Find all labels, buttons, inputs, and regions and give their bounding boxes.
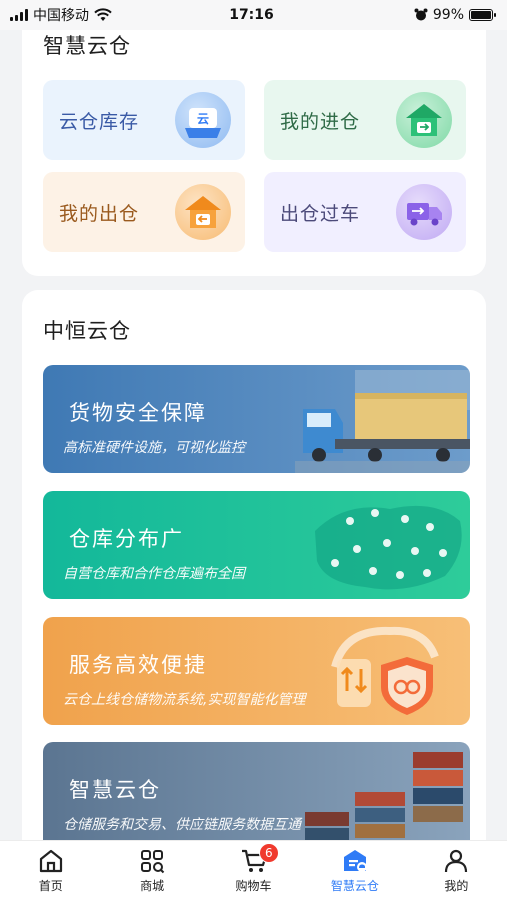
- status-time: 17:16: [229, 7, 274, 23]
- tile-label: 出仓过车: [280, 202, 361, 225]
- banner-subtitle: 仓储服务和交易、供应链服务数据互通: [63, 817, 301, 833]
- map-illustration: [315, 505, 462, 590]
- tile-label: 我的进仓: [280, 110, 361, 133]
- banner-title: 仓库分布广: [69, 527, 184, 551]
- tab-label: 商城: [140, 878, 165, 893]
- banner-efficient-service[interactable]: 服务高效便捷 云仓上线仓储物流系统,实现智能化管理: [43, 617, 470, 725]
- battery-icon: [469, 9, 496, 21]
- cart-count-badge: 6: [258, 843, 279, 863]
- grid-icon: [141, 849, 165, 873]
- tile-outbound-vehicle[interactable]: 出仓过车: [264, 172, 466, 252]
- signal-icon: [10, 9, 28, 21]
- tab-smart-warehouse[interactable]: 智慧云仓: [304, 841, 405, 900]
- tab-label: 首页: [38, 878, 63, 893]
- truck-illustration: [295, 370, 470, 473]
- user-icon: [445, 849, 468, 872]
- banner-smart-warehouse[interactable]: 智慧云仓 仓储服务和交易、供应链服务数据互通: [43, 742, 470, 850]
- tab-mall[interactable]: 商城: [101, 841, 202, 900]
- smart-warehouse-icon: [343, 849, 367, 872]
- tile-my-inbound[interactable]: 我的进仓: [264, 80, 466, 160]
- status-bar: 中国移动 17:16 99%: [0, 0, 507, 30]
- tab-mine[interactable]: 我的: [406, 841, 507, 900]
- tile-my-outbound[interactable]: 我的出仓: [43, 172, 245, 252]
- zhongheng-card: 中恒云仓 货物安全保障 高标准硬件设施，可视化监控 仓库分布广 自营仓库和合作仓…: [22, 290, 486, 900]
- tab-home[interactable]: 首页: [0, 841, 101, 900]
- tab-label: 我的: [444, 878, 469, 893]
- tab-cart[interactable]: 购物车 6: [203, 841, 304, 900]
- tile-label: 我的出仓: [59, 202, 140, 225]
- banner-title: 货物安全保障: [69, 401, 207, 425]
- battery-percent: 99%: [432, 7, 464, 23]
- banner-warehouse-distribution[interactable]: 仓库分布广 自营仓库和合作仓库遍布全国: [43, 491, 470, 599]
- svg-text:云: 云: [197, 112, 209, 126]
- banner-subtitle: 自营仓库和合作仓库遍布全国: [63, 566, 245, 582]
- truck-icon: [396, 184, 452, 240]
- banner-title: 服务高效便捷: [69, 653, 207, 677]
- section-title: 智慧云仓: [43, 34, 131, 58]
- section-title: 中恒云仓: [43, 319, 131, 343]
- smart-warehouse-card: 智慧云仓 云仓库存 云 我的进仓 我的出仓 出仓过车: [22, 0, 486, 276]
- tab-label: 购物车: [235, 878, 272, 893]
- alarm-icon: [414, 8, 428, 21]
- bottom-tab-bar: 首页 商城 购物车 6 智慧云仓 我的: [0, 840, 507, 900]
- shield-illustration: [331, 626, 439, 715]
- banner-subtitle: 高标准硬件设施，可视化监控: [63, 440, 245, 456]
- tile-label: 云仓库存: [59, 110, 140, 133]
- tile-cloud-inventory[interactable]: 云仓库存 云: [43, 80, 245, 160]
- banner-cargo-safety[interactable]: 货物安全保障 高标准硬件设施，可视化监控: [43, 365, 470, 473]
- home-icon: [39, 849, 62, 872]
- port-containers-illustration: [305, 752, 463, 842]
- inbound-warehouse-icon: [396, 92, 452, 148]
- outbound-warehouse-icon: [175, 184, 231, 240]
- wifi-icon: [94, 8, 112, 21]
- banner-title: 智慧云仓: [69, 778, 161, 802]
- cloud-inventory-icon: 云: [175, 92, 231, 148]
- banner-subtitle: 云仓上线仓储物流系统,实现智能化管理: [63, 692, 306, 708]
- tab-label: 智慧云仓: [330, 878, 379, 893]
- carrier-name: 中国移动: [33, 8, 89, 24]
